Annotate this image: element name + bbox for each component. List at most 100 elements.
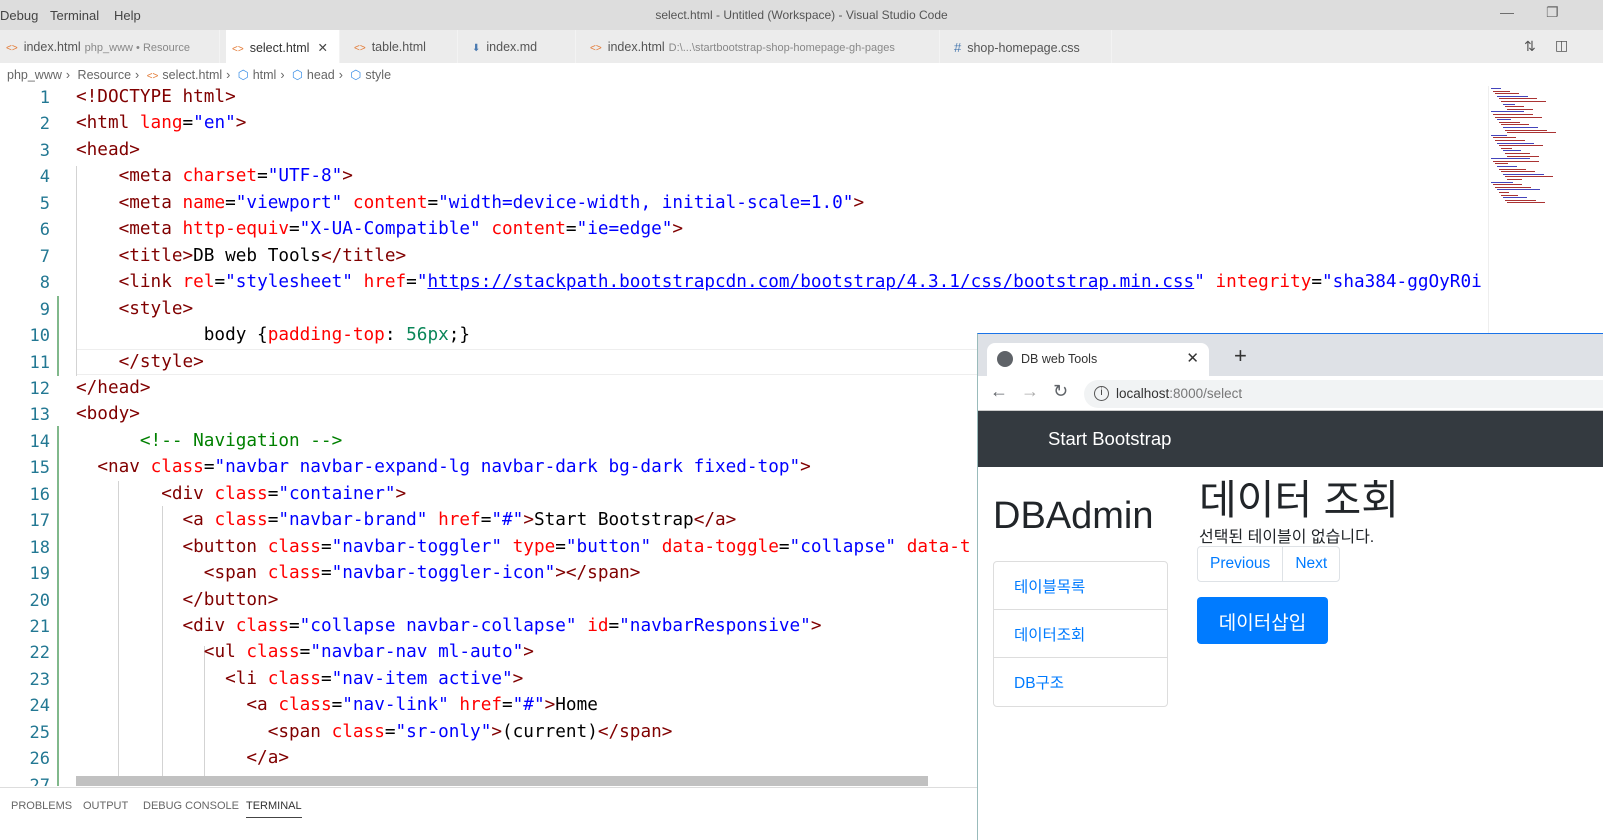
code-line[interactable]: <link rel="stylesheet" href="https://sta…: [76, 272, 1482, 292]
minimize-button[interactable]: —: [1500, 4, 1514, 20]
close-icon[interactable]: ✕: [1186, 349, 1199, 367]
tab-label: index.html: [23, 40, 81, 54]
tab-index-html-2[interactable]: <> index.html D:\...\startbootstrap-shop-h…: [584, 30, 940, 63]
code-line[interactable]: <nav class="navbar navbar-expand-lg navb…: [76, 457, 811, 477]
tab-select-html[interactable]: <> select.html ✕: [226, 30, 340, 63]
code-token-attr: lang: [139, 113, 183, 134]
minimap-line: [1497, 142, 1534, 144]
code-line[interactable]: <head>: [76, 140, 140, 160]
code-token-text: DB web Tools: [193, 245, 321, 266]
address-bar[interactable]: i localhost:8000/select: [1084, 380, 1603, 408]
line-number: 15: [29, 458, 50, 479]
tab-problems[interactable]: PROBLEMS: [11, 800, 72, 812]
breadcrumb-item[interactable]: php_www: [7, 68, 62, 82]
code-token-text: =: [480, 510, 492, 531]
url-host: localhost: [1116, 386, 1170, 401]
browser-tab[interactable]: DB web Tools ✕: [987, 343, 1209, 376]
code-line[interactable]: <!-- Navigation -->: [76, 431, 342, 451]
code-token-tag: <meta: [118, 219, 183, 240]
code-line[interactable]: <!DOCTYPE html>: [76, 87, 236, 107]
code-token-tag: <button: [182, 536, 268, 557]
sidebar-item-db-structure[interactable]: DB구조: [994, 658, 1167, 706]
info-icon[interactable]: i: [1094, 386, 1109, 401]
line-number: 19: [29, 564, 50, 585]
tab-debug-console[interactable]: DEBUG CONSOLE: [143, 800, 239, 812]
tab-output[interactable]: OUTPUT: [83, 800, 128, 812]
code-line[interactable]: <a class="navbar-brand" href="#">Start B…: [76, 510, 737, 531]
tab-terminal[interactable]: TERMINAL: [246, 800, 302, 818]
previous-button[interactable]: Previous: [1198, 547, 1282, 581]
code-line[interactable]: <button class="navbar-toggler" type="but…: [76, 537, 971, 557]
code-line[interactable]: <meta name="viewport" content="width=dev…: [76, 193, 864, 213]
minimap-line: [1499, 192, 1509, 193]
minimap-line: [1501, 147, 1512, 149]
close-icon[interactable]: ✕: [317, 41, 327, 55]
breadcrumb-item[interactable]: Resource: [78, 68, 132, 82]
code-line[interactable]: <style>: [76, 299, 194, 319]
code-line[interactable]: <title>DB web Tools</title>: [76, 245, 407, 266]
breadcrumb-item[interactable]: select.html: [162, 68, 222, 82]
code-token-tag: <a: [246, 695, 279, 716]
restore-button[interactable]: ❐: [1546, 4, 1559, 21]
code-line[interactable]: <html lang="en">: [76, 113, 246, 133]
code-line[interactable]: </style>: [76, 352, 204, 372]
horizontal-scrollbar[interactable]: [76, 776, 928, 786]
code-line[interactable]: <ul class="navbar-nav ml-auto">: [76, 642, 534, 662]
sidebar-item-data-view[interactable]: 데이터조회: [994, 610, 1167, 658]
code-line[interactable]: <meta http-equiv="X-UA-Compatible" conte…: [76, 219, 683, 239]
tab-index-md[interactable]: ⬇ index.md: [466, 30, 576, 63]
minimap-line: [1495, 116, 1542, 118]
code-token-val: "stylesheet": [225, 272, 364, 293]
code-line[interactable]: <meta charset="UTF-8">: [76, 166, 353, 186]
minimap-line: [1491, 111, 1524, 113]
code-token-val: "#": [512, 695, 545, 716]
minimap-line: [1501, 101, 1546, 102]
breadcrumb-item[interactable]: head: [307, 68, 335, 82]
code-line[interactable]: </head>: [76, 378, 151, 398]
code-token-val: "width=device-width, initial-scale=1.0": [438, 192, 854, 213]
breadcrumb-item[interactable]: style: [365, 68, 391, 82]
next-button[interactable]: Next: [1282, 547, 1339, 581]
minimap-line: [1497, 166, 1517, 167]
code-line[interactable]: <div class="container">: [76, 484, 406, 504]
minimap-line: [1493, 184, 1522, 186]
tab-table-html[interactable]: <> table.html: [348, 30, 458, 63]
code-token-val: "navbar-toggler": [331, 536, 513, 557]
insert-data-button[interactable]: 데이터삽입: [1197, 597, 1328, 644]
reload-button[interactable]: ↻: [1053, 381, 1068, 402]
code-line[interactable]: <span class="navbar-toggler-icon"></span…: [76, 563, 641, 583]
code-token-val: "#": [491, 510, 524, 531]
code-token-val: "ie=edge": [576, 219, 673, 240]
code-line[interactable]: body {padding-top: 56px;}: [76, 325, 470, 345]
code-line[interactable]: <a class="nav-link" href="#">Home: [76, 695, 597, 716]
code-token-tag: <head>: [76, 139, 140, 160]
minimap-line: [1499, 145, 1543, 147]
tab-index-html[interactable]: <> index.html php_www • Resource: [0, 30, 220, 63]
breadcrumb-item[interactable]: html: [253, 68, 277, 82]
code-line[interactable]: <div class="collapse navbar-collapse" id…: [76, 616, 822, 636]
forward-button[interactable]: →: [1021, 381, 1039, 402]
navbar-brand[interactable]: Start Bootstrap: [1048, 428, 1171, 450]
code-token-val: "sha384-ggOyR0i: [1322, 272, 1482, 293]
code-line[interactable]: </button>: [76, 590, 279, 610]
split-editor-icon[interactable]: ◫: [1555, 37, 1568, 54]
code-token-text: =: [203, 457, 215, 478]
code-line[interactable]: <body>: [76, 404, 140, 424]
title-bar: Debug Terminal Help select.html - Untitl…: [0, 0, 1603, 30]
markdown-icon: ⬇: [472, 43, 481, 54]
sidebar-item-table-list[interactable]: 테이블목록: [994, 562, 1167, 610]
code-line[interactable]: </a>: [76, 748, 289, 768]
status-message: 선택된 테이블이 없습니다.: [1199, 529, 1375, 546]
compare-icon[interactable]: ⇅: [1524, 38, 1536, 55]
code-line[interactable]: <span class="sr-only">(current)</span>: [76, 722, 673, 742]
new-tab-button[interactable]: +: [1234, 343, 1247, 369]
code-line[interactable]: <li class="nav-item active">: [76, 669, 523, 689]
code-token-url[interactable]: https://stackpath.bootstrapcdn.com/boots…: [427, 272, 1194, 292]
tab-shop-homepage-css[interactable]: # shop-homepage.css: [948, 30, 1112, 63]
back-button[interactable]: ←: [990, 381, 1008, 402]
